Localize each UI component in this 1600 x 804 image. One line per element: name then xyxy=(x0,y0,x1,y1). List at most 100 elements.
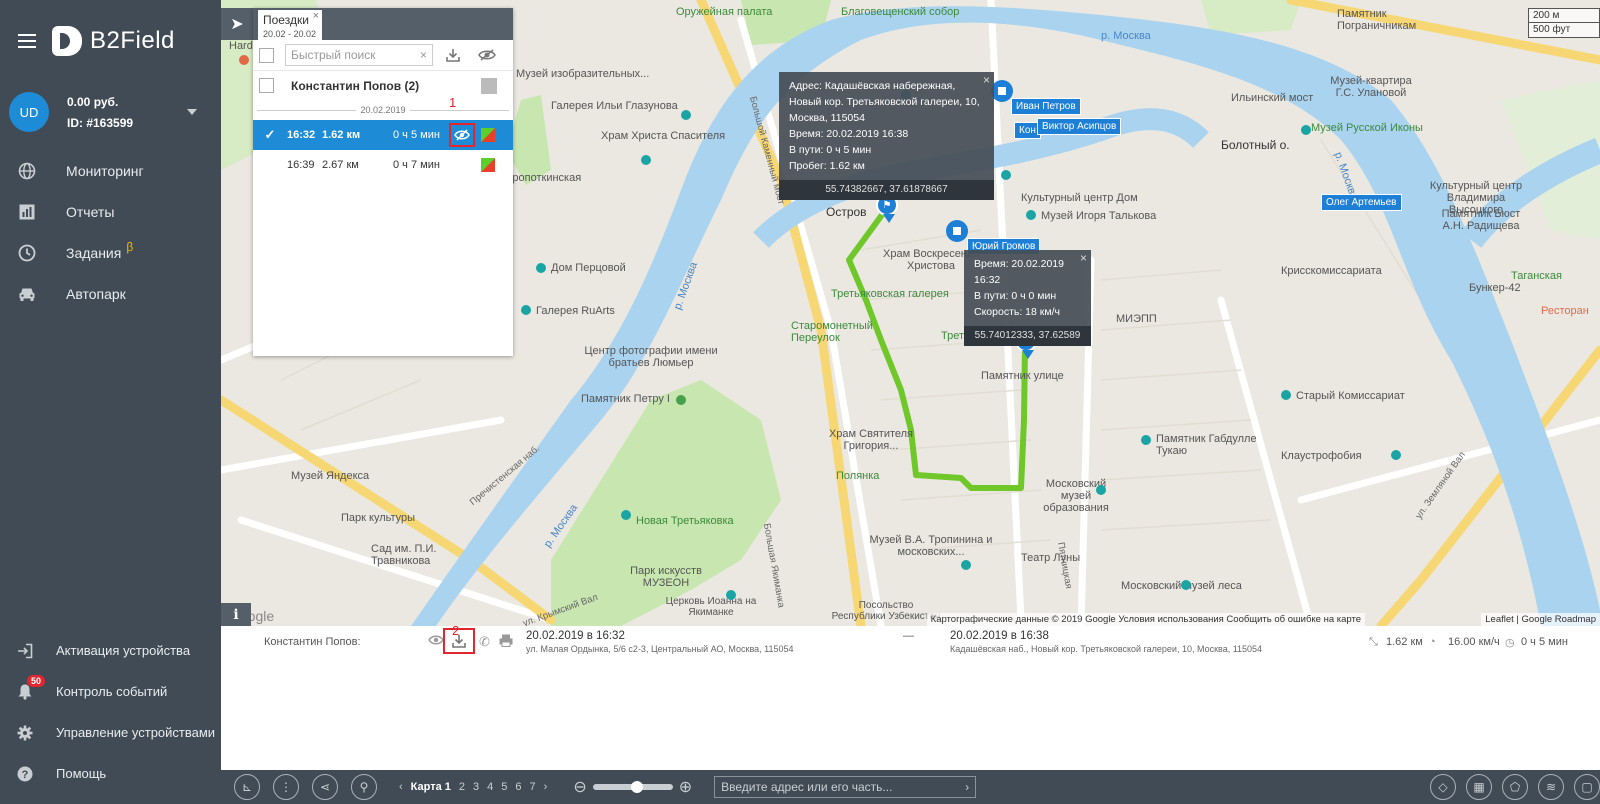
map-scale: 200 м 500 фут xyxy=(1528,8,1600,38)
nav-item-device-activation[interactable]: Активация устройства xyxy=(0,630,221,671)
driver-tag-ivan[interactable]: Иван Петров xyxy=(1011,98,1081,115)
avatar[interactable]: UD xyxy=(9,92,49,132)
poi-marker[interactable] xyxy=(1141,435,1151,445)
poi-marker[interactable] xyxy=(641,155,651,165)
quick-search-input[interactable]: Быстрый поиск × xyxy=(285,44,433,66)
map-tab-2[interactable]: 2 xyxy=(459,781,465,793)
poi-marker[interactable] xyxy=(1391,450,1401,460)
map-tab-4[interactable]: 4 xyxy=(487,781,493,793)
nav-item-reports[interactable]: Отчеты xyxy=(0,191,221,232)
group-name: Константин Попов (2) xyxy=(291,78,420,93)
poi-marker[interactable] xyxy=(676,395,686,405)
polygon-icon[interactable]: ⬠ xyxy=(1502,774,1528,800)
clear-icon[interactable]: × xyxy=(420,48,427,62)
nav-item-help[interactable]: ? Помощь xyxy=(0,753,221,794)
route-color-swatch[interactable] xyxy=(481,158,495,172)
driver-marker-icon[interactable] xyxy=(991,80,1013,102)
info-icon[interactable]: i xyxy=(221,603,251,626)
fullscreen-icon[interactable]: ▢ xyxy=(1574,774,1600,800)
poi-marker[interactable] xyxy=(1281,390,1291,400)
nav-item-event-control[interactable]: 50 Контроль событий xyxy=(0,671,221,712)
poi-marker[interactable] xyxy=(621,510,631,520)
print-icon[interactable] xyxy=(499,634,513,650)
map-label-moskovsky-museum: Московский музей образования xyxy=(1043,478,1109,514)
zoom-in-icon[interactable]: ⊕ xyxy=(679,777,692,797)
zoom-out-icon[interactable]: ⊖ xyxy=(573,777,586,797)
chevron-down-icon[interactable] xyxy=(187,109,197,115)
visibility-toggle-icon[interactable] xyxy=(473,44,501,66)
map-tab-6[interactable]: 6 xyxy=(515,781,521,793)
address-search-input[interactable]: Введите адрес или его часть... › xyxy=(714,776,977,798)
driver-tag-viktor[interactable]: Виктор Асипцов xyxy=(1037,118,1122,135)
map-label-miepp: МИЭПП xyxy=(1116,313,1157,325)
close-icon[interactable]: × xyxy=(313,10,319,22)
nav-item-tasks[interactable]: Задания β xyxy=(0,232,221,273)
poi-marker[interactable] xyxy=(726,590,736,600)
map-label-hram-hrista: Храм Христа Спасителя xyxy=(601,130,726,142)
nav-item-monitoring[interactable]: Мониторинг xyxy=(0,150,221,191)
map-tab-7[interactable]: 7 xyxy=(530,781,536,793)
zoom-slider[interactable] xyxy=(592,781,673,793)
eye-icon[interactable] xyxy=(449,123,475,147)
navigation-arrow-icon[interactable]: ➤ xyxy=(221,8,253,40)
map-label-tropinin: Музей В.А. Тропинина и московских... xyxy=(869,534,993,558)
trip-details-panel: Константин Попов: ✆ 20.02.2019 в 16:32 у… xyxy=(253,626,1600,756)
account-block[interactable]: UD 0.00 руб. ID: #163599 xyxy=(0,82,221,142)
map-label-park-museon: Парк искусств МУЗЕОН xyxy=(630,565,702,589)
zoom-slider-handle[interactable] xyxy=(630,781,643,793)
download-icon[interactable] xyxy=(439,44,467,66)
nav-item-device-management[interactable]: Управление устройствами xyxy=(0,712,221,753)
map-attribution[interactable]: Картографические данные © 2019 Google Ус… xyxy=(926,613,1365,626)
poi-marker[interactable] xyxy=(536,263,546,273)
group-checkbox[interactable] xyxy=(259,78,274,93)
tab-trips-dates: 20.02 - 20.02 xyxy=(263,29,317,39)
driver-tag-oleg[interactable]: Олег Артемьев xyxy=(1321,194,1402,211)
tab-trips[interactable]: Поездки 20.02 - 20.02 × xyxy=(258,10,322,40)
location-pin-icon[interactable]: ⚲ xyxy=(351,774,377,800)
close-icon[interactable]: × xyxy=(1080,250,1087,266)
poi-marker[interactable] xyxy=(1301,125,1311,135)
trip-total-distance: 1.62 км xyxy=(1386,636,1423,648)
chevron-right-icon[interactable]: › xyxy=(544,781,548,793)
map-label-bunker: Бункер-42 xyxy=(1469,282,1521,294)
close-icon[interactable]: × xyxy=(983,72,990,88)
group-menu-icon[interactable] xyxy=(481,77,497,94)
nav-item-fleet[interactable]: Автопарк xyxy=(0,273,221,314)
poi-marker[interactable] xyxy=(1181,580,1191,590)
nav-label: Помощь xyxy=(56,766,107,781)
speed-icon: ◔ xyxy=(1429,636,1436,648)
brand-name: B2Field xyxy=(90,27,175,54)
poi-marker[interactable] xyxy=(681,110,691,120)
poi-marker[interactable] xyxy=(1001,170,1011,180)
eraser-icon[interactable]: ◇ xyxy=(1430,774,1456,800)
map-attribution-leaflet[interactable]: Leaflet | Google Roadmap xyxy=(1481,613,1600,626)
poi-marker[interactable] xyxy=(239,55,249,65)
menu-icon[interactable] xyxy=(18,34,36,48)
layers-icon[interactable]: ≋ xyxy=(1538,774,1564,800)
poi-marker[interactable] xyxy=(521,305,531,315)
ruler-icon[interactable]: ⊾ xyxy=(234,774,260,800)
phone-icon[interactable]: ✆ xyxy=(479,634,490,650)
trip-row[interactable]: ✓ 16:32 1.62 км 0 ч 5 мин xyxy=(253,120,513,150)
map-tab-3[interactable]: 3 xyxy=(473,781,479,793)
chevron-right-icon[interactable]: › xyxy=(965,780,969,794)
check-icon[interactable]: ✓ xyxy=(263,127,277,142)
driver-marker-icon[interactable] xyxy=(946,220,968,242)
trips-group-row[interactable]: Константин Попов (2) xyxy=(253,70,513,100)
login-icon xyxy=(16,642,34,660)
select-all-checkbox[interactable] xyxy=(259,47,274,63)
poi-marker[interactable] xyxy=(1096,485,1106,495)
chevron-left-icon[interactable]: ‹ xyxy=(399,781,403,793)
traffic-light-icon[interactable]: ⋮ xyxy=(273,774,299,800)
map-label-teatr-luny: Театр Луны xyxy=(1021,552,1081,564)
trip-row[interactable]: 16:39 2.67 км 0 ч 7 мин xyxy=(253,150,513,180)
eye-icon[interactable] xyxy=(428,634,444,649)
geofence-icon[interactable]: ▦ xyxy=(1466,774,1492,800)
map-tab-1[interactable]: Карта 1 xyxy=(411,781,451,793)
route-color-swatch[interactable] xyxy=(481,128,495,142)
sidebar: B2Field UD 0.00 руб. ID: #163599 Монитор… xyxy=(0,0,221,804)
poi-marker[interactable] xyxy=(1026,210,1036,220)
map-tab-5[interactable]: 5 xyxy=(501,781,507,793)
poi-marker[interactable] xyxy=(961,560,971,570)
share-icon[interactable]: ⋖ xyxy=(312,774,338,800)
